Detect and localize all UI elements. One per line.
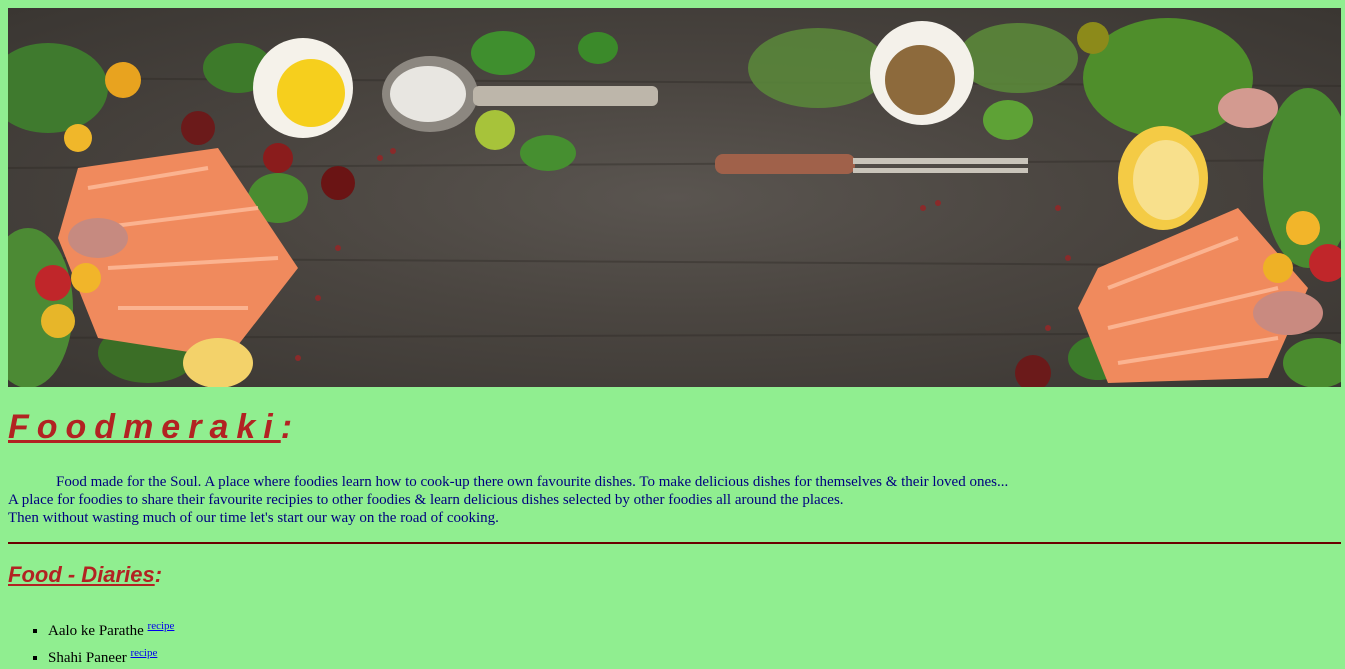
site-title-colon: : [280, 408, 293, 446]
recipe-name: Aalo ke Parathe [48, 623, 144, 639]
intro-text: Food made for the Soul. A place where fo… [8, 473, 1328, 527]
section-name: Food - Diaries [8, 562, 155, 587]
banner-image [8, 8, 1341, 387]
site-title: Foodmeraki: [8, 410, 292, 444]
section-title-colon: : [154, 562, 163, 587]
section-divider [8, 542, 1341, 544]
recipe-name: Shahi Paneer [48, 650, 127, 666]
intro-line-2: A place for foodies to share their favou… [8, 492, 844, 508]
intro-line-3: Then without wasting much of our time le… [8, 510, 499, 526]
list-item: Shahi Paneer recipe [48, 642, 174, 669]
recipe-link[interactable]: recipe [148, 620, 175, 632]
section-title: Food - Diaries: [8, 564, 162, 586]
site-name: Foodmeraki [8, 408, 281, 446]
list-item: Aalo ke Parathe recipe [48, 615, 174, 642]
recipe-link[interactable]: recipe [130, 647, 157, 659]
intro-line-1: Food made for the Soul. A place where fo… [56, 474, 1009, 490]
recipe-list: Aalo ke Parathe recipe Shahi Paneer reci… [8, 615, 174, 669]
banner-illustration [8, 18, 1341, 387]
